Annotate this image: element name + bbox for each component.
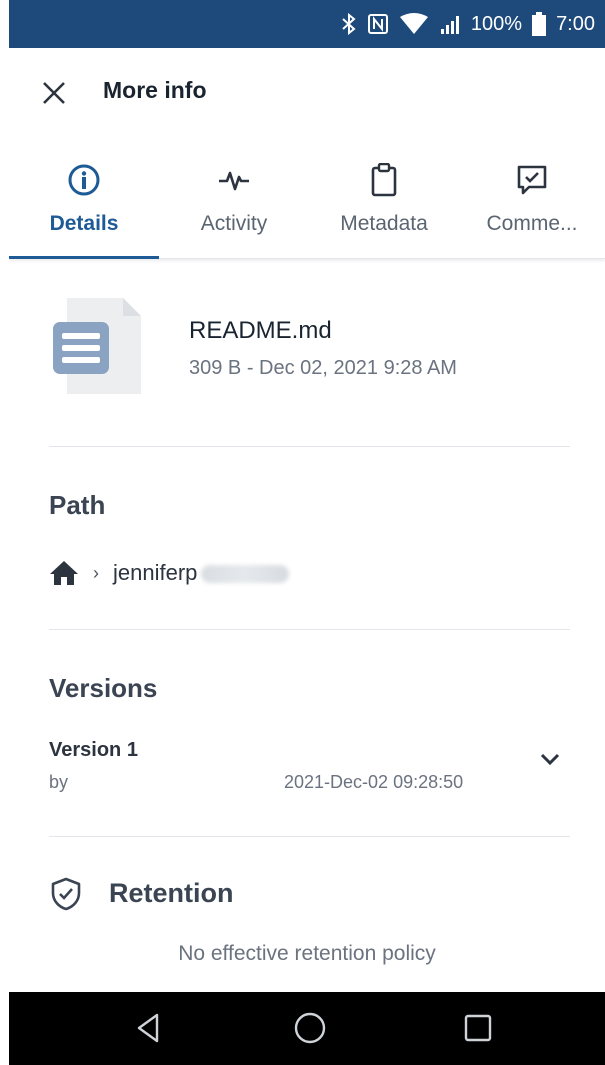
wifi-icon — [399, 13, 429, 35]
shield-check-icon — [49, 877, 83, 911]
nfc-icon — [367, 13, 389, 35]
version-author: by — [49, 772, 69, 792]
retention-heading: Retention — [109, 878, 234, 908]
tab-comments[interactable]: Comme... — [459, 148, 605, 258]
signal-icon — [439, 13, 461, 35]
tab-label: Metadata — [340, 212, 428, 235]
activity-icon — [159, 162, 309, 198]
back-button[interactable] — [131, 1010, 167, 1046]
home-circle-icon — [294, 1012, 326, 1044]
app-frame: 100% 7:00 More info Details Activity Met… — [9, 0, 605, 1065]
chevron-down-icon — [540, 753, 560, 766]
home-button[interactable] — [292, 1010, 328, 1046]
redacted-text — [201, 565, 290, 584]
file-name: README.md — [189, 317, 332, 344]
retention-text: No effective retention policy — [178, 942, 436, 965]
version-date: 2021-Dec-02 09:28:50 — [284, 772, 464, 792]
info-icon — [9, 162, 159, 198]
clock: 7:00 — [556, 12, 595, 35]
close-button[interactable] — [39, 78, 69, 108]
divider — [49, 446, 570, 447]
recents-button[interactable] — [460, 1010, 496, 1046]
close-icon — [43, 82, 65, 104]
breadcrumb-label: jenniferp — [113, 560, 198, 585]
home-icon[interactable] — [49, 560, 79, 586]
back-triangle-icon — [137, 1013, 159, 1043]
path-heading: Path — [49, 490, 106, 520]
divider — [49, 629, 570, 630]
tab-metadata[interactable]: Metadata — [309, 148, 459, 258]
clipboard-icon — [309, 162, 459, 198]
system-nav-bar — [9, 992, 605, 1065]
page-title: More info — [103, 77, 207, 103]
battery-icon — [532, 12, 547, 36]
recents-square-icon — [464, 1014, 492, 1042]
comment-check-icon — [459, 162, 605, 198]
tab-label: Details — [49, 212, 119, 235]
breadcrumb-folder[interactable]: jenniferp — [113, 560, 290, 586]
versions-heading: Versions — [49, 673, 158, 703]
document-icon — [51, 296, 143, 396]
top-app-bar: More info — [9, 48, 605, 136]
tab-activity[interactable]: Activity — [159, 148, 309, 258]
status-bar: 100% 7:00 — [9, 0, 605, 48]
bluetooth-icon — [341, 13, 357, 35]
divider — [49, 836, 570, 837]
version-name: Version 1 — [49, 739, 138, 761]
tab-bar: Details Activity Metadata Comme... — [9, 148, 605, 259]
chevron-right-icon: › — [93, 562, 99, 583]
file-meta: 309 B - Dec 02, 2021 9:28 AM — [189, 357, 457, 379]
tab-label: Activity — [200, 212, 268, 235]
tab-label: Comme... — [486, 212, 578, 235]
breadcrumb: › jenniferp — [49, 556, 290, 590]
expand-version-button[interactable] — [537, 746, 563, 772]
tab-details[interactable]: Details — [9, 148, 159, 259]
battery-percent: 100% — [470, 12, 523, 35]
